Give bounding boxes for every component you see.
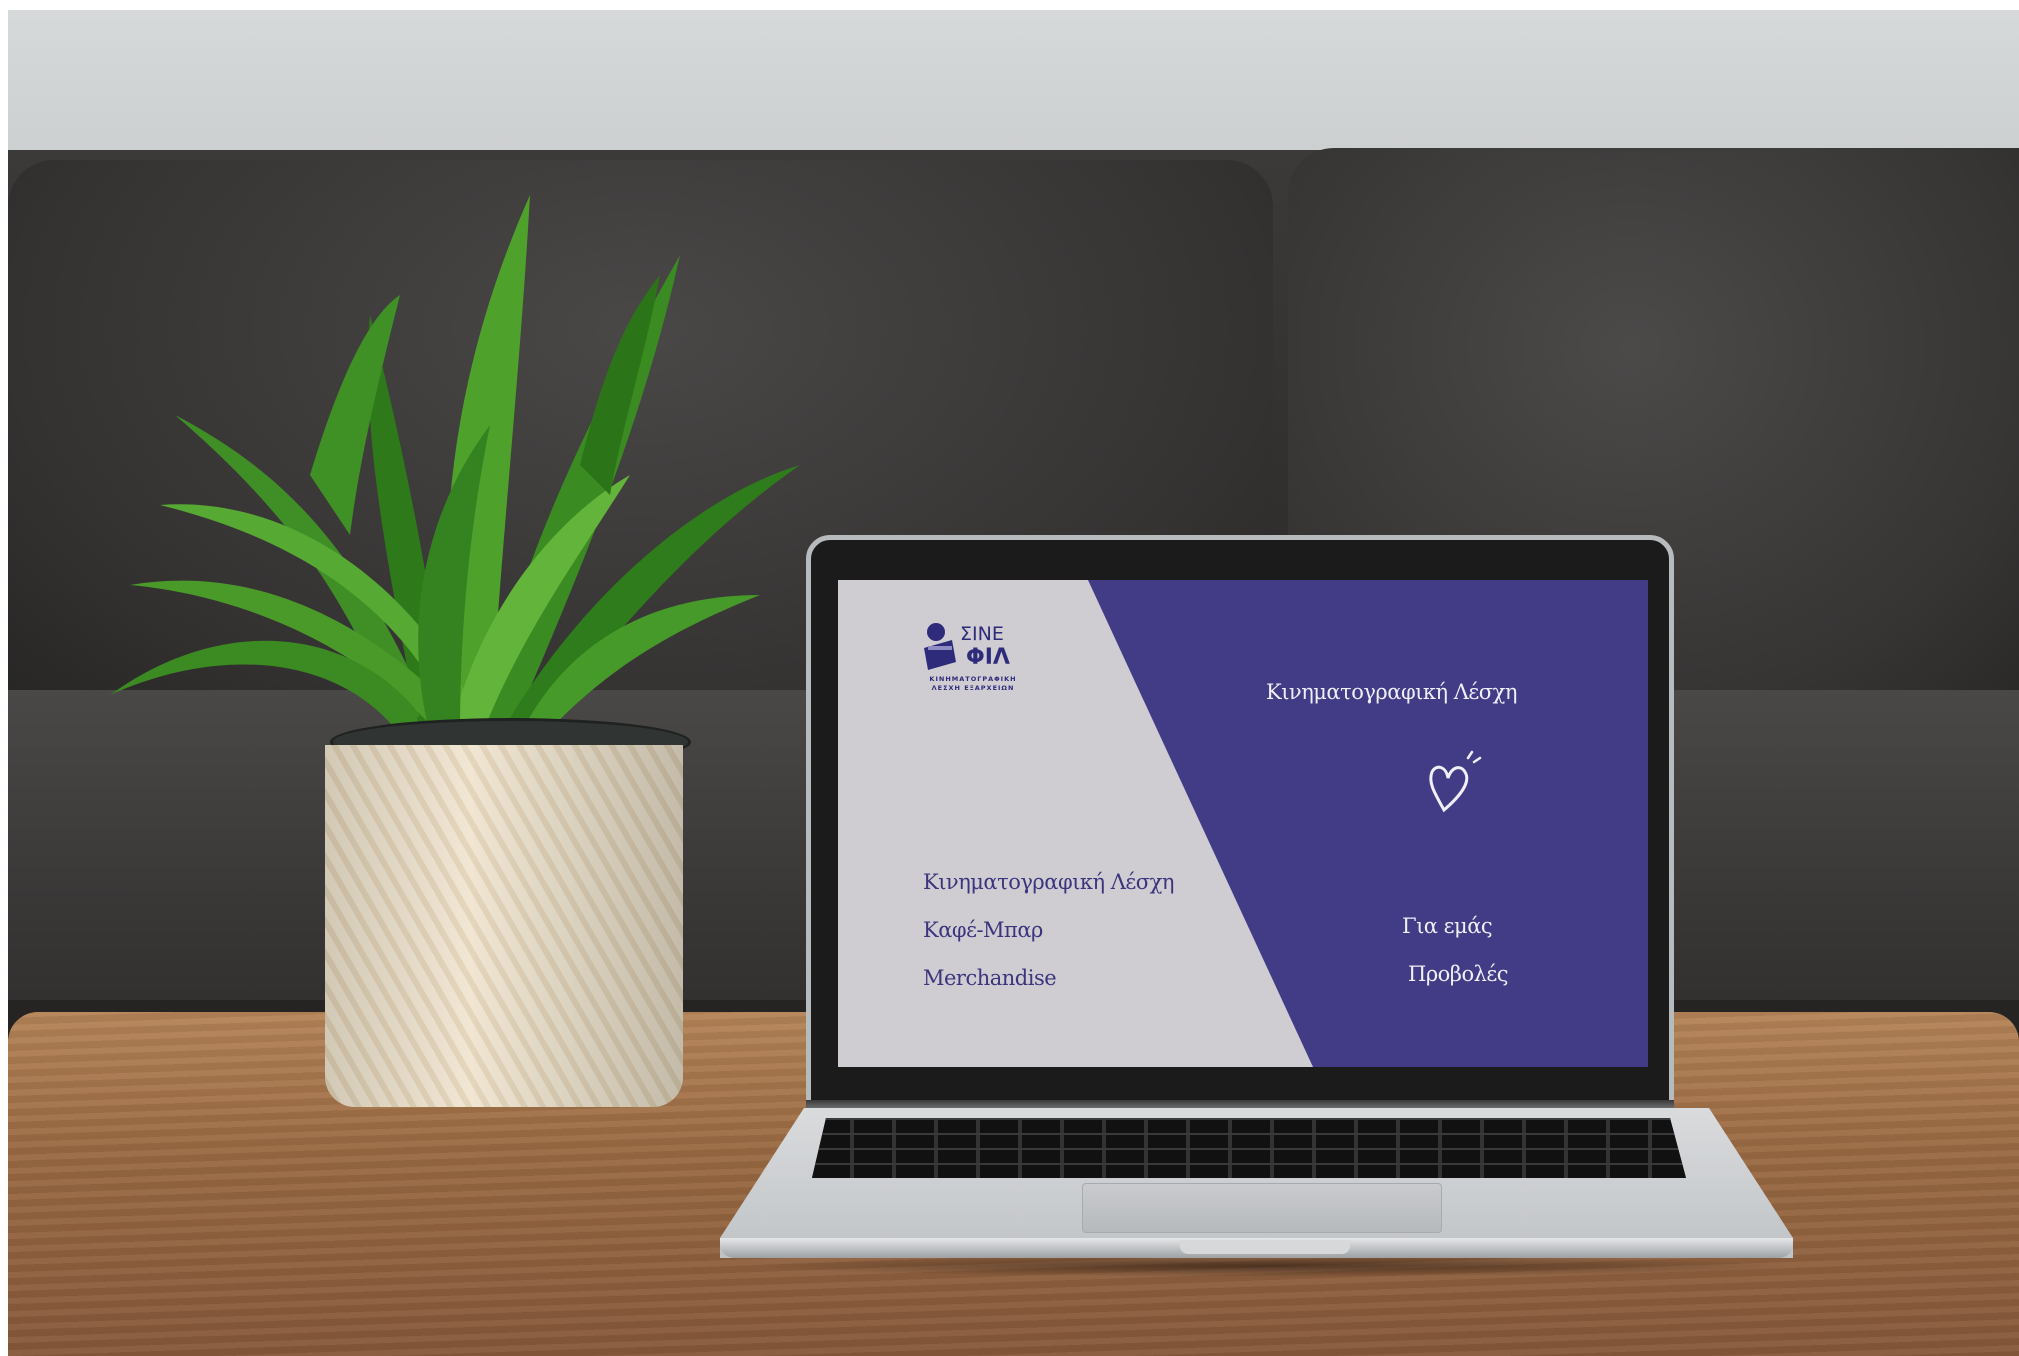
heart-icon: [1429, 750, 1482, 813]
laptop-shadow: [740, 1255, 1800, 1277]
keyboard-rows: [812, 1118, 1686, 1178]
plant-leaves: [110, 195, 800, 740]
laptop-trackpad: [1082, 1183, 1442, 1233]
nav-link-merchandise[interactable]: Merchandise: [923, 966, 1057, 990]
logo-subtitle-2: ΛΕΣΧΗ ΕΞΑΡΧΕΙΩΝ: [931, 684, 1015, 692]
logo-line2: ΦΙΛ: [966, 645, 1010, 670]
nav-link-film-club[interactable]: Κινηματογραφική Λέσχη: [923, 870, 1174, 894]
nav-link-about[interactable]: Για εμάς: [1402, 914, 1493, 938]
logo-line1: ΣΙΝΕ: [960, 623, 1004, 645]
nav-link-cafe-bar[interactable]: Καφέ-Μπαρ: [923, 918, 1043, 942]
logo-subtitle-1: ΚΙΝΗΜΑΤΟΓΡΑΦΙΚΗ: [929, 675, 1017, 683]
plant-pot-shading: [325, 745, 683, 1107]
laptop-screen: ΣΙΝΕ ΦΙΛ ΚΙΝΗΜΑΤΟΓΡΑΦΙΚΗ ΛΕΣΧΗ ΕΞΑΡΧΕΙΩΝ…: [838, 580, 1648, 1067]
headline: Κινηματογραφική Λέσχη: [1266, 680, 1517, 704]
nav-link-screenings[interactable]: Προβολές: [1408, 962, 1509, 986]
laptop-notch: [1180, 1240, 1350, 1254]
photo-scene: ΣΙΝΕ ΦΙΛ ΚΙΝΗΜΑΤΟΓΡΑΦΙΚΗ ΛΕΣΧΗ ΕΞΑΡΧΕΙΩΝ…: [0, 0, 2019, 1356]
